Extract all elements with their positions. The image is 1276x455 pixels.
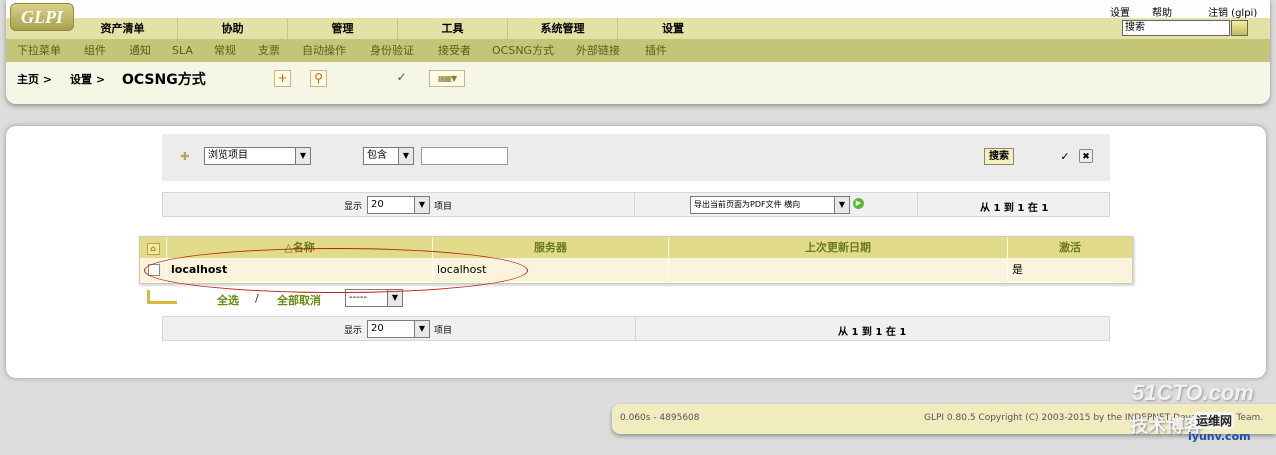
operator-select-value: 包含 <box>367 150 387 161</box>
pager-top: 显示 20 ▼ 项目 导出当前页面为PDF文件 横向 ▼ ▶ 从 1 到 1 在… <box>162 192 1110 217</box>
annotation-ellipse <box>144 248 528 293</box>
header: 设置 帮助 注销 (glpi) GLPI 资产清单 协助 管理 工具 系统管理 … <box>6 0 1270 104</box>
help-link[interactable]: 帮助 <box>1152 4 1172 19</box>
add-icon[interactable]: + <box>274 70 291 87</box>
watermark-site: 51CTO.com <box>1132 380 1254 405</box>
home-icon[interactable]: ⌂ <box>146 243 160 255</box>
menu-administration[interactable]: 系统管理 <box>508 18 618 39</box>
field-select-value: 浏览项目 <box>208 150 248 161</box>
search-button[interactable]: 搜索 <box>984 148 1014 165</box>
chevron-down-icon: ▼ <box>398 148 413 164</box>
chevron-down-icon: ▼ <box>295 148 310 164</box>
glpi-logo[interactable]: GLPI <box>10 3 74 31</box>
footer-timing: 0.060s - 4895608 <box>620 413 700 423</box>
range-text: 从 1 到 1 在 1 <box>980 203 1049 214</box>
items-label: 项目 <box>434 202 453 212</box>
submenu-authentication[interactable]: 身份验证 <box>370 39 414 62</box>
logout-link[interactable]: 注销 (glpi) <box>1208 4 1257 19</box>
per-page-value-bottom: 20 <box>371 323 384 334</box>
display-options-icon[interactable]: ▦▦▼ <box>429 70 465 87</box>
chevron-down-icon: ▼ <box>387 290 402 306</box>
page-title: OCSNG方式 <box>122 72 206 88</box>
submenu-sla[interactable]: SLA <box>172 39 193 62</box>
per-page-select-bottom[interactable]: 20 ▼ <box>367 320 430 338</box>
row-active: 是 <box>1012 263 1023 276</box>
operator-select[interactable]: 包含 ▼ <box>363 147 414 165</box>
export-select-value: 导出当前页面为PDF文件 横向 <box>694 200 801 209</box>
main-menu: 资产清单 协助 管理 工具 系统管理 设置 搜索 <box>6 18 1270 39</box>
show-label: 显示 <box>344 202 363 212</box>
chevron-down-icon: ▼ <box>414 197 429 213</box>
submenu-external-links[interactable]: 外部链接 <box>576 39 620 62</box>
select-all-link[interactable]: 全选 <box>217 292 239 308</box>
select-column-header: ⌂ <box>140 237 167 258</box>
range-text-bottom: 从 1 到 1 在 1 <box>838 327 907 338</box>
submenu-dropdowns[interactable]: 下拉菜单 <box>17 39 61 62</box>
pager-bottom: 显示 20 ▼ 项目 从 1 到 1 在 1 <box>162 316 1110 341</box>
submenu-ocsng[interactable]: OCSNG方式 <box>492 39 554 62</box>
submenu-checks[interactable]: 支票 <box>258 39 280 62</box>
items-label-bottom: 项目 <box>434 326 453 336</box>
reset-icon[interactable]: ✖ <box>1079 149 1093 163</box>
submenu-automatic-actions[interactable]: 自动操作 <box>302 39 346 62</box>
separator: / <box>255 292 259 305</box>
criteria-input[interactable] <box>421 147 508 165</box>
row-last-update <box>669 258 1008 282</box>
watermark: 51CTO.com 技术博客 运维网 iyunv.com <box>1128 380 1274 454</box>
export-select[interactable]: 导出当前页面为PDF文件 横向 ▼ <box>690 196 850 214</box>
content-panel: ✚ 浏览项目 ▼ 包含 ▼ 搜索 ✓ ✖ 显示 20 ▼ 项目 导出当前页面为P… <box>6 126 1266 378</box>
top-bar: 设置 帮助 注销 (glpi) <box>6 0 1270 19</box>
search-input[interactable]: 搜索 <box>1122 20 1230 36</box>
menu-management[interactable]: 管理 <box>288 18 398 39</box>
column-header-active[interactable]: 激活 <box>1008 237 1132 258</box>
menu-setup[interactable]: 设置 <box>618 18 728 39</box>
submenu-notifications[interactable]: 通知 <box>129 39 151 62</box>
chevron-down-icon: ▼ <box>414 321 429 337</box>
logo-text: GLPI <box>21 7 63 27</box>
show-label-bottom: 显示 <box>344 326 363 336</box>
search-form: ✚ 浏览项目 ▼ 包含 ▼ 搜索 ✓ ✖ <box>162 134 1110 181</box>
sub-menu: 下拉菜单 组件 通知 SLA 常规 支票 自动操作 身份验证 接受者 OCSNG… <box>6 39 1270 62</box>
submenu-receivers[interactable]: 接受者 <box>438 39 471 62</box>
criteria-add-icon[interactable]: ✚ <box>178 150 192 164</box>
pager-range-cell-bottom: 从 1 到 1 在 1 <box>636 317 1109 340</box>
watermark-domain: iyunv.com <box>1188 430 1251 443</box>
export-go-icon[interactable]: ▶ <box>853 198 864 209</box>
pager-show-cell-bottom: 显示 20 ▼ 项目 <box>163 317 636 340</box>
pager-show-cell: 显示 20 ▼ 项目 <box>163 193 635 216</box>
massive-action-value: ----- <box>349 292 368 303</box>
menu-tools[interactable]: 工具 <box>398 18 508 39</box>
per-page-value: 20 <box>371 199 384 210</box>
arrow-icon <box>147 290 177 304</box>
settings-link[interactable]: 设置 <box>1110 4 1130 19</box>
per-page-select[interactable]: 20 ▼ <box>367 196 430 214</box>
pager-export-cell: 导出当前页面为PDF文件 横向 ▼ ▶ <box>635 193 918 216</box>
column-header-last-update[interactable]: 上次更新日期 <box>669 237 1008 258</box>
breadcrumb-home[interactable]: 主页 > <box>17 71 52 87</box>
unselect-all-link[interactable]: 全部取消 <box>277 292 321 308</box>
pager-range-cell: 从 1 到 1 在 1 <box>918 193 1109 216</box>
menu-assets[interactable]: 资产清单 <box>68 18 178 39</box>
breadcrumb-settings[interactable]: 设置 > <box>70 71 105 87</box>
breadcrumb: 主页 > 设置 > OCSNG方式 + ⚲ ✓ ▦▦▼ <box>6 62 1270 100</box>
submenu-plugins[interactable]: 插件 <box>645 39 667 62</box>
search-go-button[interactable] <box>1231 20 1248 36</box>
field-select[interactable]: 浏览项目 ▼ <box>204 147 311 165</box>
submenu-general[interactable]: 常规 <box>214 39 236 62</box>
chevron-down-icon: ▼ <box>834 197 849 213</box>
menu-assistance[interactable]: 协助 <box>178 18 288 39</box>
search-icon[interactable]: ⚲ <box>310 70 327 87</box>
submenu-components[interactable]: 组件 <box>84 39 106 62</box>
bookmark-icon[interactable]: ✓ <box>1058 150 1072 164</box>
check-icon[interactable]: ✓ <box>393 70 410 87</box>
watermark-tag: 运维网 <box>1194 412 1235 429</box>
